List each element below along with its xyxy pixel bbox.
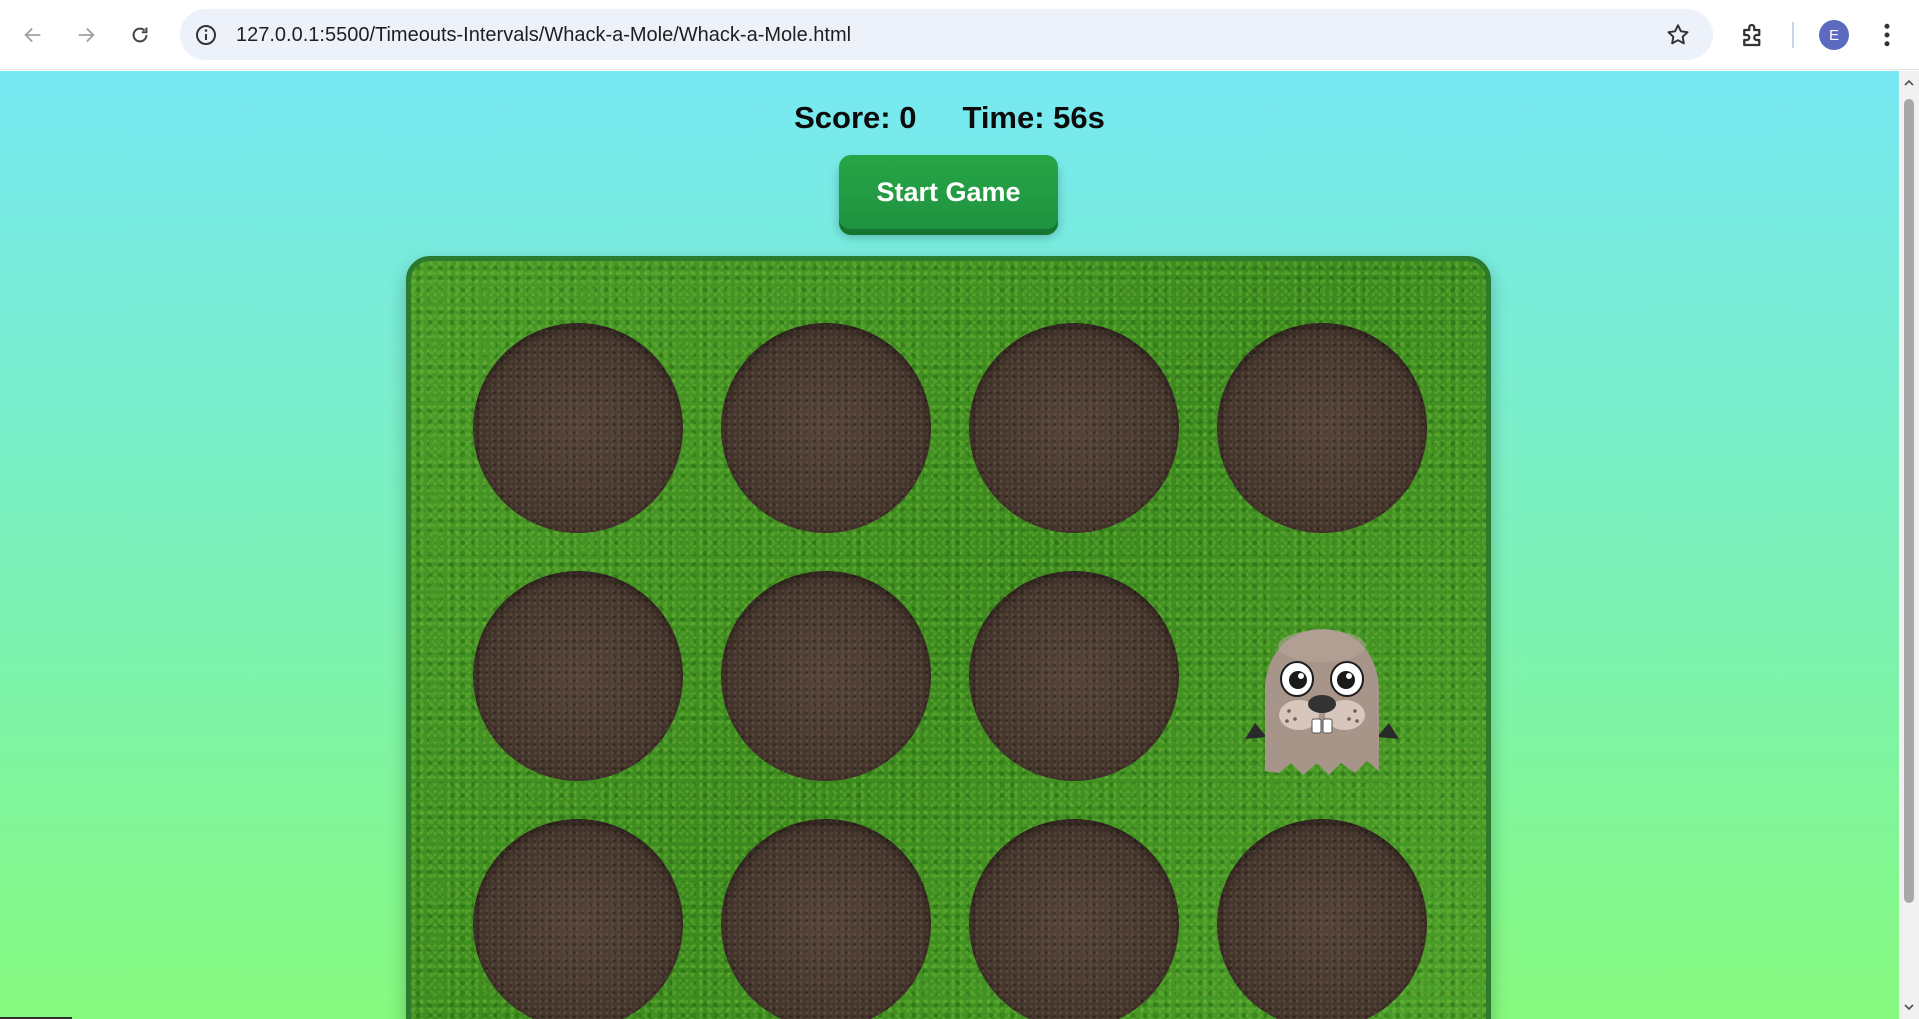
url-text[interactable]: 127.0.0.1:5500/Timeouts-Intervals/Whack-… (236, 24, 851, 47)
mole-icon[interactable] (1237, 611, 1407, 781)
browser-toolbar: 127.0.0.1:5500/Timeouts-Intervals/Whack-… (0, 0, 1919, 70)
forward-button[interactable] (68, 17, 104, 53)
arrow-left-icon (24, 27, 41, 43)
hole-12[interactable] (1217, 819, 1427, 1019)
profile-avatar[interactable]: E (1819, 20, 1849, 50)
reload-button[interactable] (122, 17, 158, 53)
page-viewport: Score: 0 Time: 56s Start Game (0, 71, 1899, 1019)
scroll-down-icon[interactable] (1903, 1001, 1915, 1013)
puzzle-icon[interactable] (1738, 20, 1768, 50)
hole-10[interactable] (721, 819, 931, 1019)
arrow-right-icon (78, 27, 95, 43)
reload-icon (132, 27, 148, 43)
scrollbar-thumb[interactable] (1904, 99, 1914, 903)
info-icon[interactable] (194, 23, 218, 47)
start-game-button[interactable]: Start Game (839, 155, 1058, 229)
hole-4[interactable] (1217, 323, 1427, 533)
game-hud: Score: 0 Time: 56s (0, 100, 1899, 136)
hole-9[interactable] (473, 819, 683, 1019)
scroll-up-icon[interactable] (1903, 77, 1915, 89)
kebab-menu-icon[interactable] (1872, 20, 1902, 50)
hole-1[interactable] (473, 323, 683, 533)
toolbar-divider (1792, 22, 1794, 48)
hole-5[interactable] (473, 571, 683, 781)
page-scrollbar[interactable] (1899, 71, 1919, 1019)
score-display: Score: 0 (794, 100, 917, 135)
hole-3[interactable] (969, 323, 1179, 533)
hole-11[interactable] (969, 819, 1179, 1019)
timer-display: Time: 56s (962, 100, 1105, 135)
back-button[interactable] (15, 17, 51, 53)
game-board (406, 256, 1491, 1019)
hole-7[interactable] (969, 571, 1179, 781)
hole-6[interactable] (721, 571, 931, 781)
address-bar[interactable]: 127.0.0.1:5500/Timeouts-Intervals/Whack-… (180, 9, 1713, 60)
avatar-letter: E (1828, 26, 1839, 44)
star-icon[interactable] (1665, 22, 1691, 48)
hole-2[interactable] (721, 323, 931, 533)
